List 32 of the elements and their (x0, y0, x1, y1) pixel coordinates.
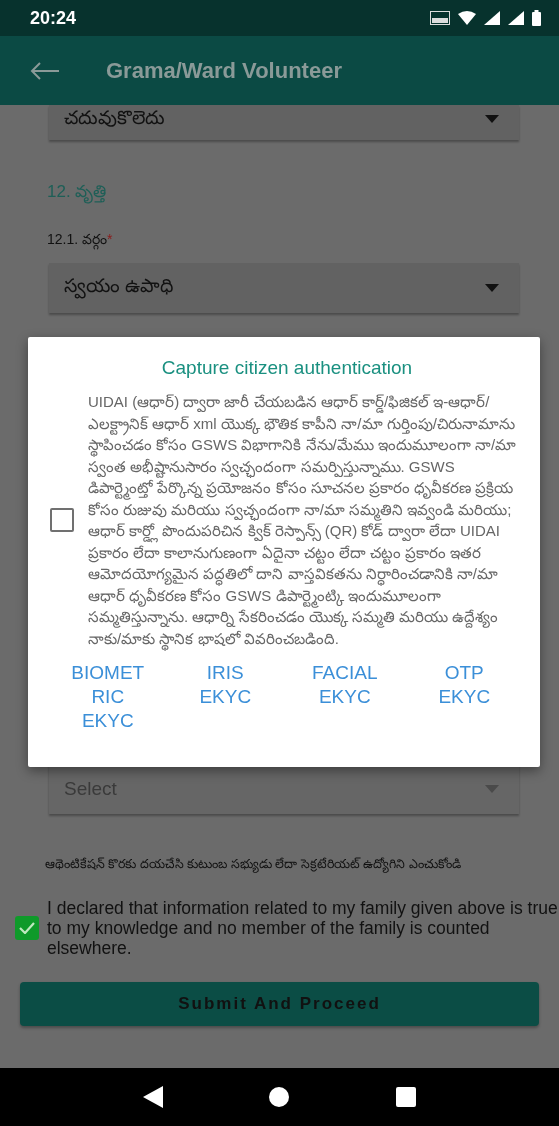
ekyc-button[interactable]: IRIS EKYC (184, 661, 267, 709)
dropdown-caret-icon (485, 115, 499, 123)
home-icon[interactable] (269, 1087, 290, 1107)
dialog-title: Capture citizen authentication (160, 357, 414, 379)
check-icon (19, 922, 35, 934)
signal-icon (508, 11, 524, 25)
dropdown[interactable]: చదువుకొలెదు (49, 105, 519, 140)
checkbox[interactable] (15, 916, 39, 940)
dropdown-caret-icon (485, 284, 499, 292)
app-title: Grama/Ward Volunteer (106, 57, 342, 84)
signal-icon (484, 11, 500, 25)
ekyc-button[interactable]: BIOMETRIC EKYC (68, 661, 147, 733)
section-heading: 12. వృత్తి (47, 182, 559, 205)
ekyc-button[interactable]: FACIAL EKYC (303, 661, 386, 709)
volte-icon (430, 11, 450, 25)
wifi-icon (458, 11, 476, 25)
recents-icon[interactable] (395, 1087, 416, 1107)
dropdown-caret-icon (485, 785, 499, 793)
dropdown-value: స్వయం ఉపాధి (64, 275, 174, 301)
clock: 20:24 (30, 7, 77, 29)
checkbox[interactable] (50, 508, 74, 532)
back-icon[interactable] (143, 1086, 164, 1108)
member-note: ఆథెంటికేషన్ కొరకు దయచేసి కుటుంబ సభ్యుడు లేదా సెక్రటేరియట్ ఉద్యోగిని ఎంచుకోండి (45, 856, 462, 874)
battery-icon (532, 10, 541, 26)
consent-text: UIDAI (ఆధార్) ద్వారా జారీ చేయబడిన ఆధార్ కార్డ్/ఫిజికల్ ఇ-ఆధార్/ఎలక్ట్రానిక్ ఆధార్ xml యొక్క భౌతిక కాపీని నా/మా గుర్తింపు/చిరునామాను స్థాపించడం కోసం GSWS విభాగానికి నేను/మేము ఇందుమూలంగా నా/మా స్వంత అభీష్టానుసారం స్వచ్ఛందంగా సమర్పిస్తున్నాము. GSWS డిపార్ట్మెంట్తో పేర్కొన్న ప్రయోజనం కోసం సూచనల ప్రకారం ధృవీకరణ ప్రక్రియ కోసం రుజువు మరియు స్వచ్ఛందంగా నా/మా సమ్మతిని ఇవ్వండి మరియు; ఆధార్ కార్డ్లో పొందుపరిచిన క్విక్ రెస్పాన్స్ (QR) కోడ్ ద్వారా లేదా UIDAI ప్రకారం లేదా కాలానుగుణంగా ఏదైనా చట్టం లేదా చట్టం ప్రకారం ఇతర ఆమోదయోగ్యమైన పద్ధతిలో దాని వాస్తవికతను నిర్ధారించడానికి నా/మా ఆధార్ ధృవీకరణ కోసం GSWS డిపార్ట్మెంట్కి ఇందుమూలంగా సమ్మతిస్తున్నాను. ఆధార్ని సేకరించడం యొక్క సమ్మతి మరియు ఉద్దేశ్యం నాకు/మాకు స్థానిక భాషలో వివరించబడింది. (88, 391, 524, 649)
dropdown-value: చదువుకొలెదు (64, 107, 165, 130)
dropdown[interactable]: స్వయం ఉపాధి (49, 263, 519, 313)
back-arrow-icon[interactable] (30, 60, 60, 81)
field-label: 12.1. వర్గం* (47, 231, 559, 251)
submit-button[interactable]: Submit And Proceed (20, 982, 539, 1026)
declaration-text: I declared that information related to my family given above is true to my knowledge and no member of the family is counted elsewhere. (47, 898, 559, 958)
ekyc-button[interactable]: OTP EKYC (423, 661, 506, 709)
